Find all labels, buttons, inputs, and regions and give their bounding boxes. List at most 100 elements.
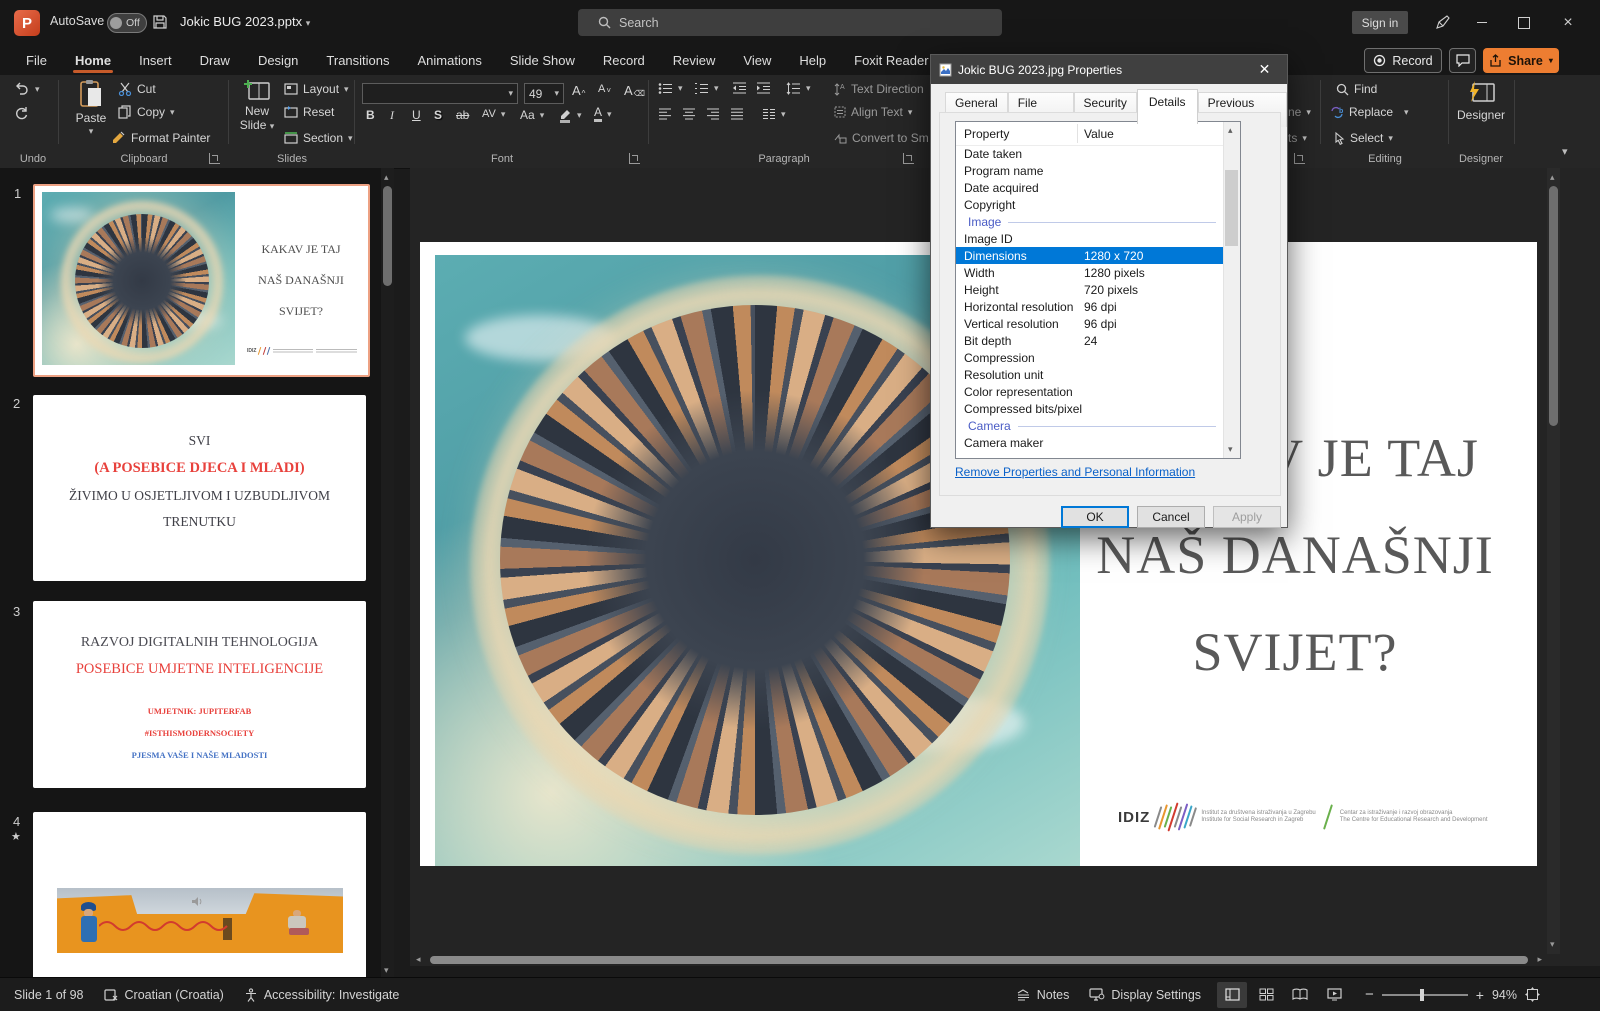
spellcheck-button[interactable]: Croatian (Croatia) — [94, 978, 234, 1011]
save-icon[interactable] — [152, 14, 168, 30]
canvas-horizontal-scrollbar[interactable]: ◂ ▸ — [414, 954, 1544, 966]
increase-font-size-button[interactable]: A^ — [572, 83, 585, 98]
scrollbar-thumb[interactable] — [1549, 186, 1558, 426]
fit-to-window-icon[interactable] — [1525, 987, 1540, 1002]
scroll-up-icon[interactable]: ▴ — [384, 173, 389, 182]
layout-button[interactable]: Layout▾ — [284, 82, 349, 96]
align-left-button[interactable] — [658, 108, 672, 120]
line-spacing-button[interactable]: ▾ — [786, 82, 811, 95]
property-row[interactable]: Image ID — [956, 230, 1224, 247]
property-row[interactable]: Date acquired — [956, 179, 1224, 196]
reading-view-button[interactable] — [1285, 982, 1315, 1008]
bold-button[interactable]: B — [366, 108, 375, 122]
minimize-button[interactable] — [1462, 0, 1502, 45]
tab-transitions[interactable]: Transitions — [312, 45, 403, 75]
slide-sorter-view-button[interactable] — [1251, 982, 1281, 1008]
font-size-combobox[interactable]: 49▾ — [524, 83, 564, 104]
font-color-button[interactable]: A▾ — [594, 106, 612, 122]
slide-2-thumbnail[interactable]: SVI (A POSEBICE DJECA I MLADI) ŽIVIMO U … — [33, 395, 366, 581]
text-shadow-button[interactable]: S — [434, 108, 442, 122]
dialog-title-bar[interactable]: Jokic BUG 2023.jpg Properties — [931, 55, 1287, 84]
scrollbar-thumb[interactable] — [1225, 170, 1238, 246]
tab-file[interactable]: File — [12, 45, 61, 75]
drawing-dialog-launcher-icon[interactable] — [1294, 153, 1305, 164]
columns-button[interactable]: ▾ — [762, 108, 786, 120]
scrollbar-thumb[interactable] — [383, 186, 392, 286]
apply-button[interactable]: Apply — [1213, 506, 1281, 528]
align-center-button[interactable] — [682, 108, 696, 120]
zoom-slider[interactable] — [1382, 994, 1468, 996]
numbering-button[interactable]: ▾ — [694, 82, 719, 95]
notes-button[interactable]: Notes — [1006, 978, 1080, 1011]
zoom-out-button[interactable]: − — [1365, 986, 1374, 1003]
sign-in-button[interactable]: Sign in — [1352, 11, 1408, 34]
close-button[interactable]: × — [1548, 0, 1588, 45]
remove-properties-link[interactable]: Remove Properties and Personal Informati… — [955, 465, 1195, 479]
designer-button[interactable]: Designer — [1452, 80, 1510, 122]
character-spacing-button[interactable]: AV▾ — [482, 108, 505, 120]
accessibility-checker[interactable]: Accessibility: Investigate — [234, 978, 409, 1011]
record-button[interactable]: Record — [1364, 48, 1442, 73]
select-button[interactable]: Select▾ — [1334, 131, 1393, 145]
slide-1-thumbnail[interactable]: KAKAV JE TAJ NAŠ DANAŠNJI SVIJET? IDIZ — [33, 184, 370, 377]
bullets-button[interactable]: ▾ — [658, 82, 683, 95]
clipboard-dialog-launcher-icon[interactable] — [209, 153, 220, 164]
property-row[interactable]: Resolution unit — [956, 366, 1224, 383]
clear-formatting-button[interactable]: A⌫ — [624, 83, 645, 98]
zoom-level[interactable]: 94% — [1492, 988, 1517, 1002]
property-row[interactable]: Height720 pixels — [956, 281, 1224, 298]
property-row[interactable]: Compressed bits/pixel — [956, 400, 1224, 417]
ok-button[interactable]: OK — [1061, 506, 1129, 528]
powerpoint-icon[interactable]: P — [14, 10, 40, 36]
property-row[interactable]: Date taken — [956, 145, 1224, 162]
dialog-close-icon[interactable]: ✕ — [1242, 55, 1287, 84]
tab-insert[interactable]: Insert — [125, 45, 186, 75]
paste-button[interactable]: Paste ▾ — [70, 79, 112, 137]
zoom-slider-knob[interactable] — [1420, 989, 1424, 1001]
canvas-vertical-scrollbar[interactable]: ▴ ▾ — [1547, 168, 1560, 954]
slide-4-thumbnail[interactable] — [33, 812, 366, 978]
property-row[interactable]: Vertical resolution96 dpi — [956, 315, 1224, 332]
justify-button[interactable] — [730, 108, 744, 120]
autosave-toggle[interactable]: Off — [107, 13, 147, 33]
change-case-button[interactable]: Aa▾ — [520, 108, 544, 122]
tab-help[interactable]: Help — [785, 45, 840, 75]
property-row[interactable]: Program name — [956, 162, 1224, 179]
scroll-down-icon[interactable]: ▾ — [384, 966, 389, 975]
cut-button[interactable]: Cut — [118, 82, 156, 96]
scroll-right-icon[interactable]: ▸ — [1537, 955, 1542, 964]
scrollbar-thumb[interactable] — [430, 956, 1528, 964]
speaker-icon[interactable] — [191, 896, 203, 907]
strikethrough-button[interactable]: ab — [456, 108, 469, 122]
font-dialog-launcher-icon[interactable] — [629, 153, 640, 164]
property-list-scrollbar[interactable]: ▴ ▾ — [1223, 122, 1240, 458]
property-row[interactable]: Compression — [956, 349, 1224, 366]
property-row[interactable]: Width1280 pixels — [956, 264, 1224, 281]
tab-review[interactable]: Review — [659, 45, 730, 75]
convert-to-smartart-button[interactable]: Convert to Sm — [834, 131, 929, 145]
property-row[interactable]: Bit depth24 — [956, 332, 1224, 349]
copy-button[interactable]: Copy ▾ — [118, 105, 175, 119]
decrease-font-size-button[interactable]: A˅ — [598, 83, 611, 95]
tab-home[interactable]: Home — [61, 45, 125, 75]
reset-button[interactable]: Reset — [284, 105, 334, 119]
property-row-dimensions-selected[interactable]: Dimensions1280 x 720 — [956, 247, 1224, 264]
comments-button[interactable] — [1449, 48, 1476, 73]
new-slide-button[interactable]: New Slide ▾ — [234, 79, 280, 132]
italic-button[interactable]: I — [390, 108, 394, 123]
find-button[interactable]: Find — [1336, 82, 1377, 96]
tab-design[interactable]: Design — [244, 45, 312, 75]
scroll-left-icon[interactable]: ◂ — [416, 955, 421, 964]
display-settings-button[interactable]: Display Settings — [1079, 978, 1211, 1011]
align-text-button[interactable]: Align Text▾ — [834, 105, 912, 119]
increase-indent-button[interactable] — [756, 82, 771, 94]
share-button[interactable]: Share ▾ — [1483, 48, 1559, 73]
text-direction-button[interactable]: A Text Direction — [834, 82, 924, 96]
decrease-indent-button[interactable] — [732, 82, 747, 94]
maximize-button[interactable] — [1504, 0, 1544, 45]
collapse-ribbon-icon[interactable]: ▾ — [1562, 145, 1568, 158]
tab-animations[interactable]: Animations — [404, 45, 496, 75]
slide-3-thumbnail[interactable]: RAZVOJ DIGITALNIH TEHNOLOGIJA POSEBICE U… — [33, 601, 366, 788]
undo-button[interactable]: ▾ — [14, 82, 40, 96]
scroll-up-icon[interactable]: ▴ — [1228, 126, 1233, 135]
